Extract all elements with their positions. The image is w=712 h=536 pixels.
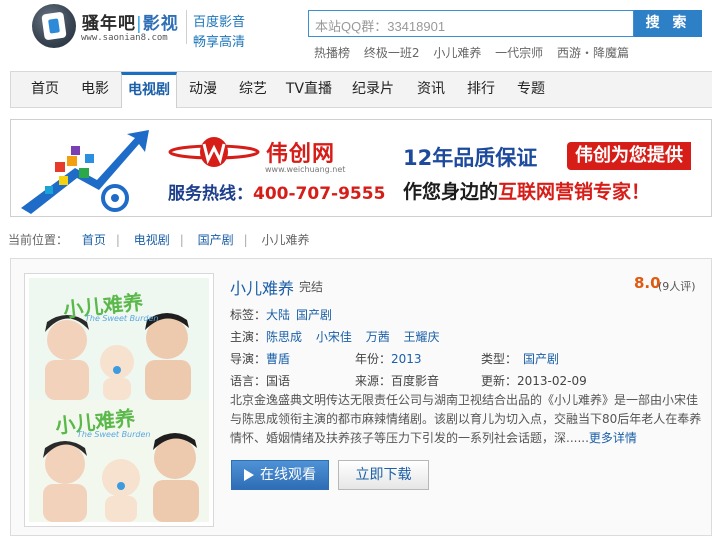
nav-item-anime[interactable]: 动漫 (181, 72, 225, 107)
show-poster[interactable]: 小儿难养 The Sweet Burden 小儿难养 The Sweet Bur… (24, 273, 214, 527)
slogan-line-2: 畅享高清 (193, 35, 246, 50)
show-detail-card: 小儿难养 The Sweet Burden 小儿难养 The Sweet Bur… (10, 258, 712, 536)
hot-link[interactable]: 一代宗师 (495, 46, 543, 60)
breadcrumb-separator: | (115, 233, 120, 247)
brand-separator: | (136, 14, 143, 34)
download-button[interactable]: 立即下载 (338, 460, 429, 490)
search-input[interactable]: 本站QQ群：33418901 (308, 10, 634, 37)
brand-sub: 影视 (142, 14, 179, 34)
updated-label: 更新： (481, 374, 518, 388)
show-title[interactable]: 小儿难养 (230, 275, 294, 299)
cast-label: 主演： (230, 330, 267, 344)
year-link[interactable]: 2013 (391, 352, 422, 366)
show-score: 8.0 (634, 274, 661, 292)
nav-item-topics[interactable]: 专题 (509, 72, 553, 107)
type-field: 类型： 国产剧 (481, 350, 565, 367)
tag-link[interactable]: 国产剧 (296, 308, 332, 322)
hotline-label: 服务热线： (168, 184, 253, 204)
language-label: 语言： (230, 374, 267, 388)
company-name: 伟创网 (266, 142, 336, 167)
site-header: 骚年吧|影视 www.saonian8.com 百度影音 畅享高清 本站QQ群：… (0, 0, 712, 68)
breadcrumb-label: 当前位置： (8, 233, 69, 247)
breadcrumb-current: 小儿难养 (261, 233, 310, 247)
nav-item-documentary[interactable]: 纪录片 (345, 72, 401, 107)
cast-link[interactable]: 万茜 (366, 330, 390, 344)
hot-link[interactable]: 西游・降魔篇 (557, 46, 629, 60)
site-brand[interactable]: 骚年吧|影视 (82, 9, 179, 34)
slogan-prefix: 作您身边的 (403, 181, 499, 203)
poster-subtitle-2: The Sweet Burden (77, 430, 151, 439)
source-label: 来源： (355, 374, 392, 388)
watch-online-label: 在线观看 (260, 467, 316, 483)
score-count: (9人评) (658, 280, 696, 293)
site-logo-icon[interactable] (32, 4, 76, 48)
show-status: 完结 (299, 280, 324, 294)
director-field: 导演：曹盾 (230, 350, 296, 367)
hot-search-links: 热播榜 终极一班2 小儿难养 一代宗师 西游・降魔篇 (314, 44, 639, 61)
poster-image: 小儿难养 The Sweet Burden 小儿难养 The Sweet Bur… (29, 278, 209, 522)
search-button[interactable]: 搜 索 (634, 10, 702, 37)
type-label: 类型： (481, 352, 518, 366)
cast-link[interactable]: 小宋佳 (316, 330, 352, 344)
ad-banner[interactable]: 伟创网 www.weichuang.net 服务热线：400-707-9555 … (10, 119, 712, 217)
play-icon (244, 469, 254, 481)
poster-subtitle: The Sweet Burden (85, 314, 159, 323)
nav-item-tv[interactable]: 电视剧 (121, 72, 177, 108)
language-value: 国语 (266, 374, 291, 388)
director-label: 导演： (230, 352, 267, 366)
tags-label: 标签： (230, 308, 267, 322)
nav-item-news[interactable]: 资讯 (409, 72, 453, 107)
breadcrumb-domestic[interactable]: 国产剧 (198, 233, 234, 247)
source-value: 百度影音 (391, 374, 440, 388)
language-field: 语言：国语 (230, 372, 290, 389)
brand-name: 骚年吧 (82, 14, 136, 34)
source-field: 来源：百度影音 (355, 372, 439, 389)
company-url: www.weichuang.net (265, 165, 346, 174)
breadcrumb-separator: | (243, 233, 248, 247)
cast-link[interactable]: 陈思成 (266, 330, 302, 344)
main-nav: 首页 电影 电视剧 动漫 综艺 TV直播 纪录片 资讯 排行 专题 (10, 71, 712, 108)
slogan-line-1: 百度影音 (193, 15, 246, 30)
more-details-link[interactable]: 更多详情 (589, 431, 637, 445)
breadcrumb: 当前位置： 首页 | 电视剧 | 国产剧 | 小儿难养 (8, 231, 310, 248)
hot-link[interactable]: 热播榜 (314, 46, 350, 60)
synopsis: 北京金逸盛典文明传达无限责任公司与湖南卫视结合出品的《小儿难养》是一部由小宋佳与… (230, 391, 706, 448)
hot-link[interactable]: 小儿难养 (433, 46, 481, 60)
director-link[interactable]: 曹盾 (266, 352, 290, 366)
cast-link[interactable]: 王耀庆 (404, 330, 440, 344)
marketing-slogan: 作您身边的互联网营销专家！ (403, 177, 650, 204)
breadcrumb-separator: | (179, 233, 184, 247)
type-link[interactable]: 国产剧 (523, 352, 559, 366)
nav-item-movie[interactable]: 电影 (71, 72, 119, 107)
watch-online-button[interactable]: 在线观看 (231, 460, 329, 490)
hot-link[interactable]: 终极一班2 (364, 46, 420, 60)
slogan-highlight: 互联网营销专家！ (498, 181, 651, 203)
nav-item-ranking[interactable]: 排行 (459, 72, 503, 107)
tags-row: 标签：大陆 国产剧 (230, 306, 338, 323)
breadcrumb-tv[interactable]: 电视剧 (134, 233, 170, 247)
nav-item-tv-live[interactable]: TV直播 (281, 72, 337, 107)
cast-row: 主演：陈思成 小宋佳 万茜 王耀庆 (230, 328, 446, 345)
hotline: 服务热线：400-707-9555 (168, 179, 385, 204)
breadcrumb-home[interactable]: 首页 (82, 233, 106, 247)
updated-value: 2013-02-09 (517, 374, 587, 388)
quality-guarantee: 12年品质保证 (403, 146, 538, 170)
weichuang-logo-icon (168, 137, 260, 167)
banner-arrow-cubes-graphic (21, 130, 149, 214)
updated-field: 更新：2013-02-09 (481, 372, 587, 389)
brand-url: www.saonian8.com (81, 33, 168, 43)
hotline-number: 400-707-9555 (253, 184, 386, 204)
nav-item-home[interactable]: 首页 (21, 72, 69, 107)
year-label: 年份： (355, 352, 392, 366)
slogan-divider (186, 10, 187, 44)
nav-item-variety[interactable]: 综艺 (231, 72, 275, 107)
slogan-tag: 伟创为您提供 (567, 142, 691, 170)
year-field: 年份：2013 (355, 350, 428, 367)
tag-link[interactable]: 大陆 (266, 308, 290, 322)
